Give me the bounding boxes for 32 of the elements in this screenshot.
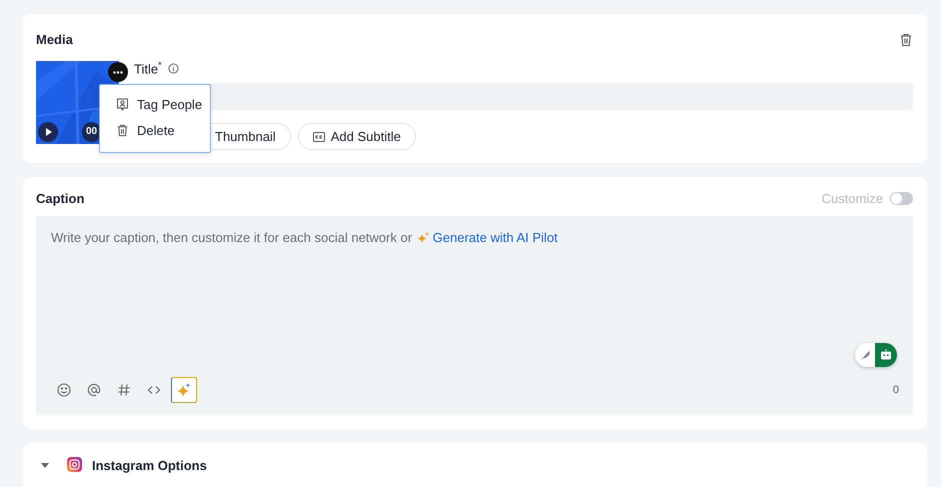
- play-icon: [44, 128, 52, 136]
- subtitle-icon: [312, 132, 325, 142]
- mode-switch[interactable]: [855, 343, 897, 367]
- caption-placeholder: Write your caption, then customize it for each social network or: [51, 230, 414, 245]
- field-label: Title$^{*}$: [134, 60, 162, 76]
- person-tag-icon: [116, 98, 129, 110]
- customize-toggle[interactable]: [890, 192, 913, 205]
- sparkle-icon: [176, 382, 192, 398]
- mention-icon: [86, 382, 102, 398]
- section-title: Caption: [36, 191, 84, 206]
- trash-icon[interactable]: [116, 124, 129, 136]
- character-count: 0: [892, 384, 899, 396]
- generate-link[interactable]: Generate with AI Pilot: [432, 230, 558, 245]
- customize-label: Customize: [822, 191, 883, 206]
- section-title: Media: [36, 32, 73, 47]
- caret-icon[interactable]: [41, 463, 49, 468]
- menu-item[interactable]: Tag People: [100, 93, 210, 115]
- ai-button[interactable]: [171, 377, 197, 403]
- robot-icon: [880, 349, 892, 361]
- caption-editor[interactable]: Write your caption, then customize it for each social network or Generate with AI Pilot 0: [36, 216, 913, 415]
- delete-icon[interactable]: [899, 32, 913, 46]
- emoji-icon: [56, 382, 72, 398]
- title-input[interactable]: [134, 83, 913, 110]
- hashtag-icon: [116, 382, 132, 398]
- more-button[interactable]: [108, 62, 128, 82]
- more-icon: [113, 70, 123, 74]
- add-subtitle-button[interactable]: Add Subtitle: [298, 123, 416, 150]
- info-icon[interactable]: [168, 62, 179, 74]
- camera-icon: [67, 457, 82, 472]
- sparkle-icon: [416, 232, 429, 244]
- section-title: Instagram Options: [92, 457, 207, 474]
- feather-icon: [859, 349, 871, 361]
